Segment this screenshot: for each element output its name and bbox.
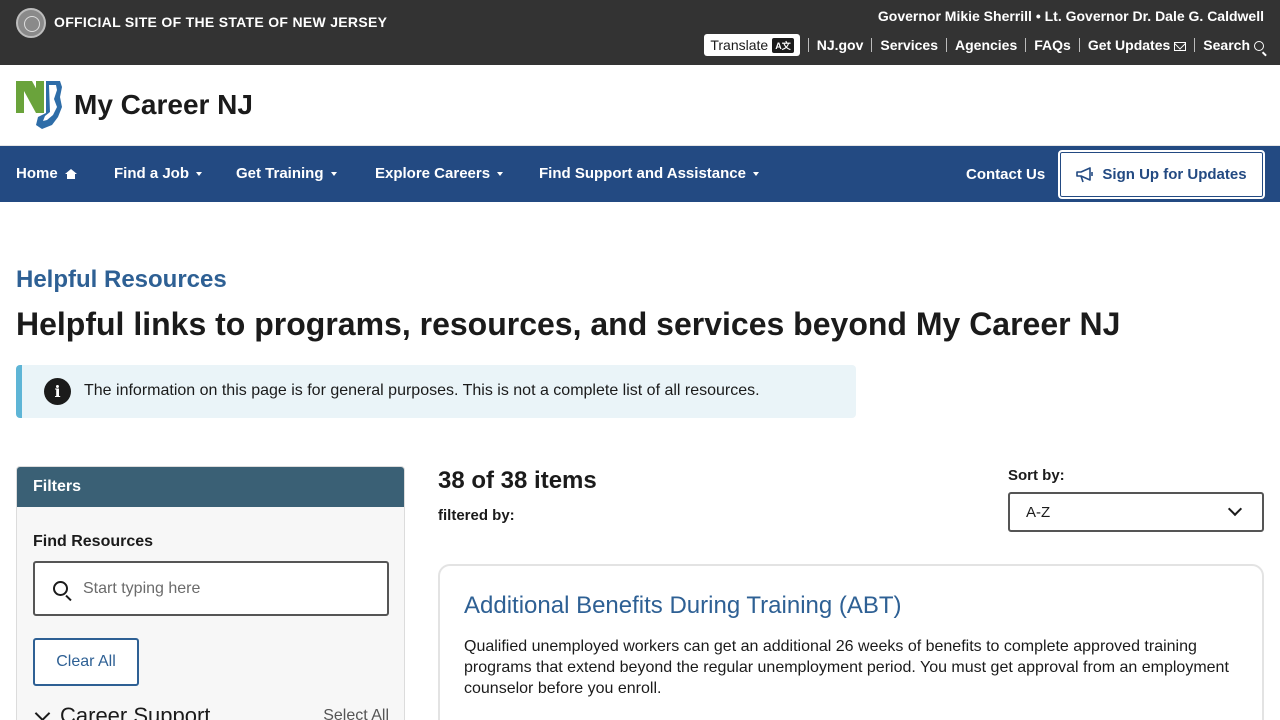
nav-contact-us[interactable]: Contact Us — [966, 166, 1045, 183]
link-search[interactable]: Search — [1203, 37, 1264, 53]
nj-seal-icon — [16, 8, 46, 38]
nav-find-support-label: Find Support and Assistance — [539, 165, 746, 182]
state-links: Translate A文 NJ.gov Services Agencies FA… — [704, 34, 1264, 56]
link-get-updates[interactable]: Get Updates — [1087, 37, 1187, 53]
get-updates-label: Get Updates — [1087, 37, 1171, 53]
divider — [1025, 38, 1027, 52]
nav-get-training[interactable]: Get Training — [236, 165, 337, 182]
filters-panel: Filters Find Resources Clear All Career … — [16, 466, 405, 720]
results-count: 38 of 38 items — [438, 467, 597, 494]
search-input[interactable] — [83, 577, 373, 601]
official-site-label: OFFICIAL SITE OF THE STATE OF NEW JERSEY — [54, 14, 388, 30]
site-name[interactable]: My Career NJ — [74, 89, 253, 121]
resource-description: Qualified unemployed workers can get an … — [464, 638, 1229, 697]
search-field[interactable] — [33, 561, 389, 616]
translate-label: Translate — [710, 37, 769, 53]
site-header: My Career NJ — [0, 65, 1280, 146]
search-icon — [53, 581, 68, 596]
select-all-link[interactable]: Select All — [323, 707, 389, 720]
divider — [807, 38, 809, 52]
caret-down-icon — [330, 171, 337, 176]
alert-text: The information on this page is for gene… — [84, 382, 760, 399]
sign-up-label: Sign Up for Updates — [1102, 166, 1247, 183]
sign-up-for-updates-button[interactable]: Sign Up for Updates — [1058, 150, 1265, 199]
caret-down-icon — [497, 171, 504, 176]
filters-heading: Filters — [17, 467, 404, 507]
nav-contact-us-label: Contact Us — [966, 166, 1046, 183]
nav-home[interactable]: Home — [16, 165, 77, 182]
sort-by-label: Sort by: — [1008, 467, 1065, 484]
filter-category-career-support[interactable]: Career Support Select All — [33, 703, 389, 720]
sort-select[interactable]: A-Z — [1008, 492, 1264, 532]
info-alert: i The information on this page is for ge… — [16, 365, 856, 418]
home-icon — [64, 168, 77, 179]
page-title: Helpful links to programs, resources, an… — [16, 306, 1121, 342]
nav-find-support[interactable]: Find Support and Assistance — [539, 165, 759, 182]
search-label: Search — [1203, 37, 1250, 53]
filtered-by-label: filtered by: — [438, 507, 515, 524]
link-agencies[interactable]: Agencies — [955, 37, 1017, 53]
translate-button[interactable]: Translate A文 — [704, 34, 800, 56]
main-navigation: Home Find a Job Get Training Explore Car… — [0, 146, 1280, 202]
resource-title-link[interactable]: Additional Benefits During Training (ABT… — [464, 592, 902, 620]
nav-explore-careers-label: Explore Careers — [375, 165, 491, 182]
divider — [946, 38, 947, 52]
sort-value: A-Z — [1026, 504, 1051, 521]
link-nj-gov[interactable]: NJ.gov — [817, 37, 864, 53]
chevron-down-icon — [1227, 501, 1243, 517]
link-faqs[interactable]: FAQs — [1034, 37, 1071, 53]
resource-card: Additional Benefits During Training (ABT… — [438, 564, 1264, 720]
divider — [1078, 38, 1080, 52]
page-eyebrow: Helpful Resources — [16, 266, 227, 293]
governor-line: Governor Mikie Sherrill • Lt. Governor D… — [877, 8, 1264, 24]
nav-find-a-job-label: Find a Job — [114, 165, 189, 182]
clear-all-button[interactable]: Clear All — [33, 638, 139, 686]
chevron-down-icon — [34, 705, 51, 720]
divider — [1194, 38, 1196, 52]
find-resources-label: Find Resources — [33, 533, 154, 550]
caret-down-icon — [752, 171, 759, 176]
nav-home-label: Home — [16, 165, 58, 182]
divider — [871, 38, 873, 52]
search-icon — [1254, 41, 1264, 52]
megaphone-icon — [1076, 166, 1094, 182]
translate-icon: A文 — [772, 37, 794, 53]
category-name: Career Support — [60, 703, 211, 720]
state-banner: OFFICIAL SITE OF THE STATE OF NEW JERSEY… — [0, 0, 1280, 65]
caret-down-icon — [196, 171, 202, 176]
nav-explore-careers[interactable]: Explore Careers — [375, 165, 504, 182]
nav-find-a-job[interactable]: Find a Job — [114, 165, 202, 182]
mail-icon — [1174, 41, 1187, 51]
nav-get-training-label: Get Training — [236, 165, 324, 182]
info-icon: i — [44, 378, 71, 405]
nj-logo-icon[interactable] — [16, 81, 62, 129]
link-services[interactable]: Services — [880, 37, 938, 53]
